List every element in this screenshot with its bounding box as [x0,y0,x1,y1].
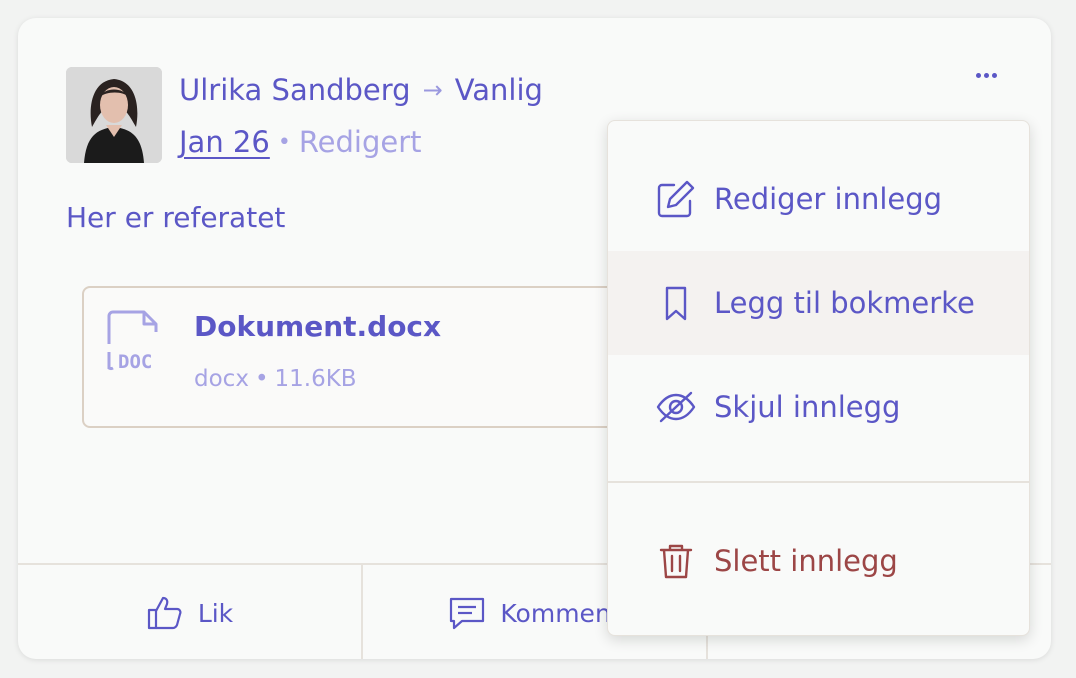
menu-item-label: Slett innlegg [714,544,898,578]
eye-off-icon [654,385,698,429]
bookmark-icon [654,281,698,325]
avatar-portrait [66,67,162,163]
channel-name[interactable]: Vanlig [455,73,543,107]
doc-icon-text: DOC [118,351,152,372]
menu-item-label: Skjul innlegg [714,390,901,424]
comment-label: Komment [500,598,621,628]
trash-icon [654,539,698,583]
author-name[interactable]: Ulrika Sandberg [179,73,411,107]
post-meta: Jan 26 • Redigert [179,122,422,162]
thumbs-up-icon [146,595,184,631]
comment-icon [448,595,486,631]
attachment-type: docx [194,366,249,392]
attachment-size: 11.6KB [274,366,357,392]
dot-icon [975,72,981,78]
menu-item-label: Legg til bokmerke [714,286,975,320]
avatar[interactable] [66,67,162,163]
menu-item-hide[interactable]: Skjul innlegg [608,355,1029,459]
attachment-name[interactable]: Dokument.docx [194,310,441,343]
attachment-card[interactable]: DOC Dokument.docx docx • 11.6KB [82,286,646,428]
post-date[interactable]: Jan 26 [179,125,270,159]
menu-divider [608,481,1029,483]
like-label: Lik [197,598,234,628]
edit-icon [654,177,698,221]
menu-item-label: Rediger innlegg [714,182,943,216]
menu-item-edit[interactable]: Rediger innlegg [608,147,1029,251]
author-line: Ulrika Sandberg → Vanlig [179,70,543,110]
post-text: Her er referatet [66,201,286,234]
dot-icon [991,72,997,78]
arrow-right-icon: → [422,76,443,104]
attachment-meta: docx • 11.6KB [194,366,357,392]
meta-separator: • [277,129,291,155]
menu-item-delete[interactable]: Slett innlegg [608,509,1029,613]
more-options-button[interactable] [968,62,1004,88]
edited-label: Redigert [298,125,422,159]
dot-icon [983,72,989,78]
menu-item-bookmark[interactable]: Legg til bokmerke [608,251,1029,355]
attachment-separator: • [254,366,269,392]
like-button[interactable]: Lik [18,565,363,659]
post-options-menu: Rediger innlegg Legg til bokmerke Skjul … [607,120,1030,636]
doc-file-icon: DOC [104,310,166,372]
